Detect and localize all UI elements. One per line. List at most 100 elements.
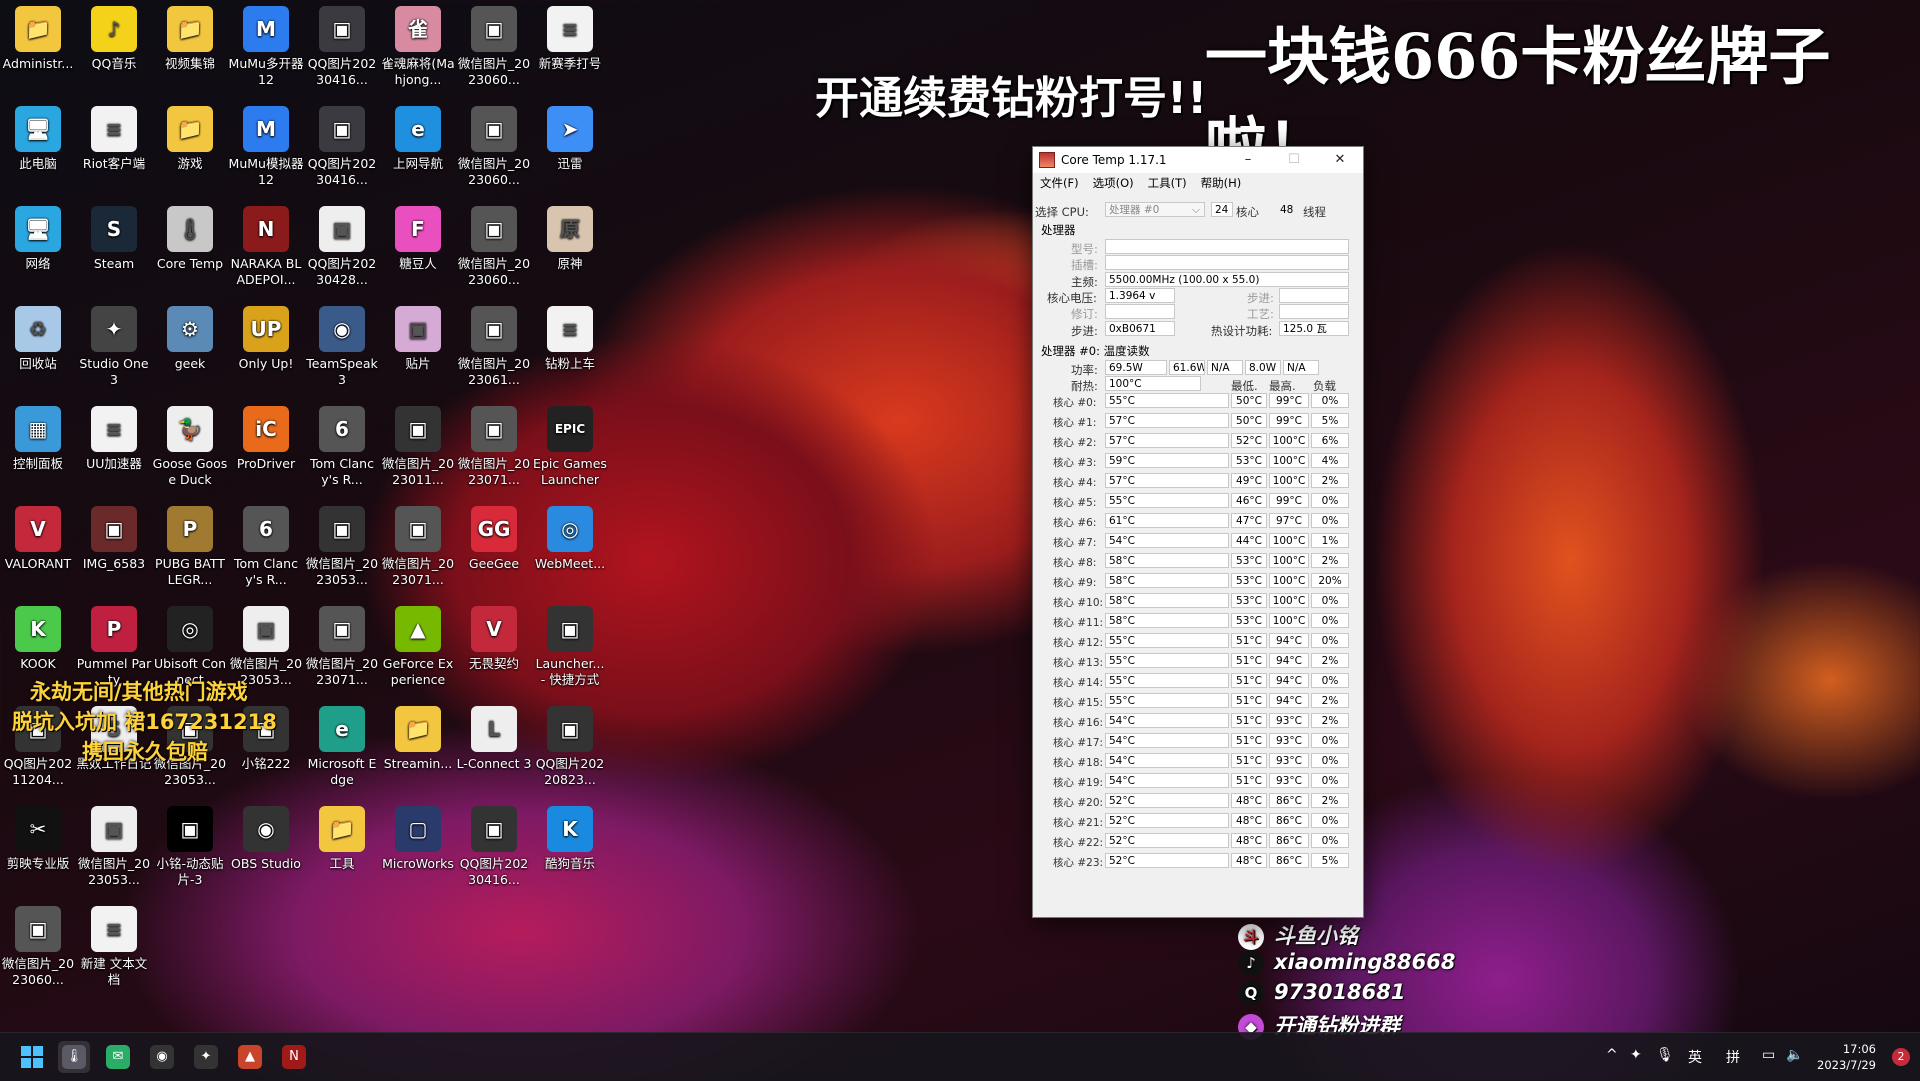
desktop-icon[interactable]: ▣ 微信图片_2023011... — [380, 400, 456, 488]
desktop-icon[interactable]: ✦ Studio One 3 — [76, 300, 152, 388]
ime-mode[interactable]: 拼 — [1726, 1047, 1740, 1067]
notification-badge[interactable]: 2 — [1892, 1048, 1910, 1066]
desktop-icon[interactable]: 6 Tom Clancy's R... — [228, 500, 304, 588]
desktop-icon[interactable]: ➤ 迅雷 — [532, 100, 608, 172]
desktop-icon[interactable]: iC ProDriver — [228, 400, 304, 472]
core-temp-task[interactable]: 🌡 — [58, 1041, 90, 1073]
game-task[interactable]: ▲ — [234, 1041, 266, 1073]
obs-task[interactable]: ◉ — [146, 1041, 178, 1073]
desktop-icon[interactable]: ▣ 微信图片_2023060... — [0, 900, 76, 988]
desktop-icon[interactable]: ▣ 微信图片_2023071... — [304, 600, 380, 688]
windows-start-icon[interactable] — [16, 1041, 48, 1073]
desktop-icon[interactable]: ◎ Ubisoft Connect — [152, 600, 228, 688]
network-icon[interactable]: ▭ — [1762, 1047, 1775, 1063]
desktop-icon[interactable]: N NARAKA BLADEPOI... — [228, 200, 304, 288]
cpu-select[interactable]: 处理器 #0 ⌵ — [1105, 202, 1205, 217]
desktop-icon[interactable]: ▣ QQ图片20230416... — [304, 100, 380, 188]
coretemp-titlebar[interactable]: Core Temp 1.17.1 – ☐ ✕ — [1033, 147, 1363, 173]
desktop-icon[interactable]: V 无畏契约 — [456, 600, 532, 672]
ime-language[interactable]: 英 — [1688, 1047, 1702, 1067]
desktop-icon[interactable]: F 糖豆人 — [380, 200, 456, 272]
desktop-icon[interactable]: e 上网导航 — [380, 100, 456, 172]
clock[interactable]: 17:06 2023/7/29 — [1817, 1041, 1876, 1073]
desktop-icon[interactable]: 🌡 Core Temp — [152, 200, 228, 272]
desktop-icon[interactable]: M MuMu多开器12 — [228, 0, 304, 88]
core-label: 核心 #14: — [1053, 677, 1104, 689]
desktop-icon[interactable]: ▣ 微信图片_2023053... — [304, 500, 380, 588]
naraka-task[interactable]: N — [278, 1041, 310, 1073]
desktop-icon[interactable]: 📁 工具 — [304, 800, 380, 872]
desktop-icon[interactable]: ▣ QQ图片20230416... — [304, 0, 380, 88]
studio-one-task[interactable]: ✦ — [190, 1041, 222, 1073]
desktop-icon[interactable]: ≡ Riot客户端 — [76, 100, 152, 172]
desktop-icon[interactable]: L L-Connect 3 — [456, 700, 532, 772]
desktop-icon[interactable]: 🦆 Goose Goose Duck — [152, 400, 228, 488]
desktop-icon[interactable]: ▣ 微信图片_2023071... — [380, 500, 456, 588]
desktop-icon[interactable]: ▣ 微信图片_2023060... — [456, 200, 532, 288]
desktop-icon[interactable]: ♻ 回收站 — [0, 300, 76, 372]
desktop-icon[interactable]: 原原神 — [532, 200, 608, 272]
desktop-icon[interactable]: ▣ 微信图片_2023060... — [456, 100, 532, 188]
desktop-icon[interactable]: 📁 游戏 — [152, 100, 228, 172]
desktop-icon[interactable]: V VALORANT — [0, 500, 76, 572]
tray-app-icon[interactable]: ✦ — [1630, 1047, 1642, 1063]
volume-icon[interactable]: 🔈 — [1786, 1047, 1803, 1063]
desktop-icon[interactable]: M MuMu模拟器12 — [228, 100, 304, 188]
desktop-icon[interactable]: ▣ IMG_6583 — [76, 500, 152, 572]
desktop-icon[interactable]: ▦ 控制面板 — [0, 400, 76, 472]
desktop-icon[interactable]: ≡ 钻粉上车 — [532, 300, 608, 372]
core-min-temp: 53°C — [1231, 573, 1267, 588]
desktop-icon[interactable]: ▣ 微信图片_2023053... — [228, 600, 304, 688]
desktop-icon[interactable]: 📁 视频集锦 — [152, 0, 228, 72]
desktop-icon[interactable]: 🖥 此电脑 — [0, 100, 76, 172]
desktop-icon[interactable]: ▢ MicroWorks — [380, 800, 456, 872]
tray-overflow-chevron-icon[interactable]: ^ — [1606, 1047, 1618, 1063]
desktop-icon[interactable]: 6 Tom Clancy's R... — [304, 400, 380, 488]
desktop-icon[interactable]: S Steam — [76, 200, 152, 272]
desktop-icon[interactable]: ▣ QQ图片20220823... — [532, 700, 608, 788]
desktop-icon[interactable]: ◎ WebMeet... — [532, 500, 608, 572]
select-cpu-label: 选择 CPU: — [1035, 205, 1089, 219]
maximize-button[interactable]: ☐ — [1271, 147, 1317, 173]
desktop-icon[interactable]: P PUBG BATTLEGR... — [152, 500, 228, 588]
desktop-icon[interactable]: GG GeeGee — [456, 500, 532, 572]
desktop-icon[interactable]: ▣ 微信图片_2023060... — [456, 0, 532, 88]
desktop-icon[interactable]: ♪ QQ音乐 — [76, 0, 152, 72]
desktop-icon[interactable]: EPIC Epic Games Launcher — [532, 400, 608, 488]
desktop-icon[interactable]: K 酷狗音乐 — [532, 800, 608, 872]
desktop-icon[interactable]: 📁 Administr... — [0, 0, 76, 72]
desktop-icon[interactable]: ≡ 新赛季打号 — [532, 0, 608, 72]
desktop-icon[interactable]: ◉ TeamSpeak 3 — [304, 300, 380, 388]
menu-tools[interactable]: 工具(T) — [1141, 173, 1194, 191]
desktop-icon[interactable]: P Pummel Party — [76, 600, 152, 688]
close-button[interactable]: ✕ — [1317, 147, 1363, 173]
minimize-button[interactable]: – — [1225, 147, 1271, 173]
desktop-icon[interactable]: 📁 Streamin... — [380, 700, 456, 772]
microphone-icon[interactable]: 🎙 — [1656, 1047, 1674, 1063]
desktop-icon[interactable]: ≡ UU加速器 — [76, 400, 152, 472]
desktop-icon[interactable]: ▣ Launcher... - 快捷方式 — [532, 600, 608, 688]
desktop-icon[interactable]: ▣ 微信图片_2023061... — [456, 300, 532, 388]
desktop-icon[interactable]: 🖥 网络 — [0, 200, 76, 272]
desktop-icon[interactable]: ▣ 微信图片_2023071... — [456, 400, 532, 488]
desktop-icon[interactable]: ▣ 贴片 — [380, 300, 456, 372]
menu-file[interactable]: 文件(F) — [1033, 173, 1086, 191]
desktop-icon[interactable]: ▣ 微信图片_2023053... — [76, 800, 152, 888]
desktop-icon[interactable]: ✂ 剪映专业版 — [0, 800, 76, 872]
desktop-icon[interactable]: ▣ QQ图片20230416... — [456, 800, 532, 888]
desktop-icon[interactable]: ▲ GeForce Experience — [380, 600, 456, 688]
desktop-icon[interactable]: ▣ 小铭-动态贴片-3 — [152, 800, 228, 888]
core-min-temp: 46°C — [1231, 493, 1267, 508]
desktop-icon[interactable]: ≡ 新建 文本文档 — [76, 900, 152, 988]
desktop-icon[interactable]: 雀雀魂麻将(Mahjong... — [380, 0, 456, 88]
desktop-icon[interactable]: e Microsoft Edge — [304, 700, 380, 788]
menu-options[interactable]: 选项(O) — [1086, 173, 1141, 191]
desktop-icon[interactable]: ◉ OBS Studio — [228, 800, 304, 872]
menu-help[interactable]: 帮助(H) — [1194, 173, 1249, 191]
desktop-icon[interactable]: ▣ QQ图片20230428... — [304, 200, 380, 288]
desktop-icon-label: 微信图片_2023071... — [457, 456, 531, 487]
desktop-icon[interactable]: ⚙ geek — [152, 300, 228, 372]
desktop-icon[interactable]: K KOOK — [0, 600, 76, 672]
desktop-icon[interactable]: UP Only Up! — [228, 300, 304, 372]
wechat-task[interactable]: ✉ — [102, 1041, 134, 1073]
